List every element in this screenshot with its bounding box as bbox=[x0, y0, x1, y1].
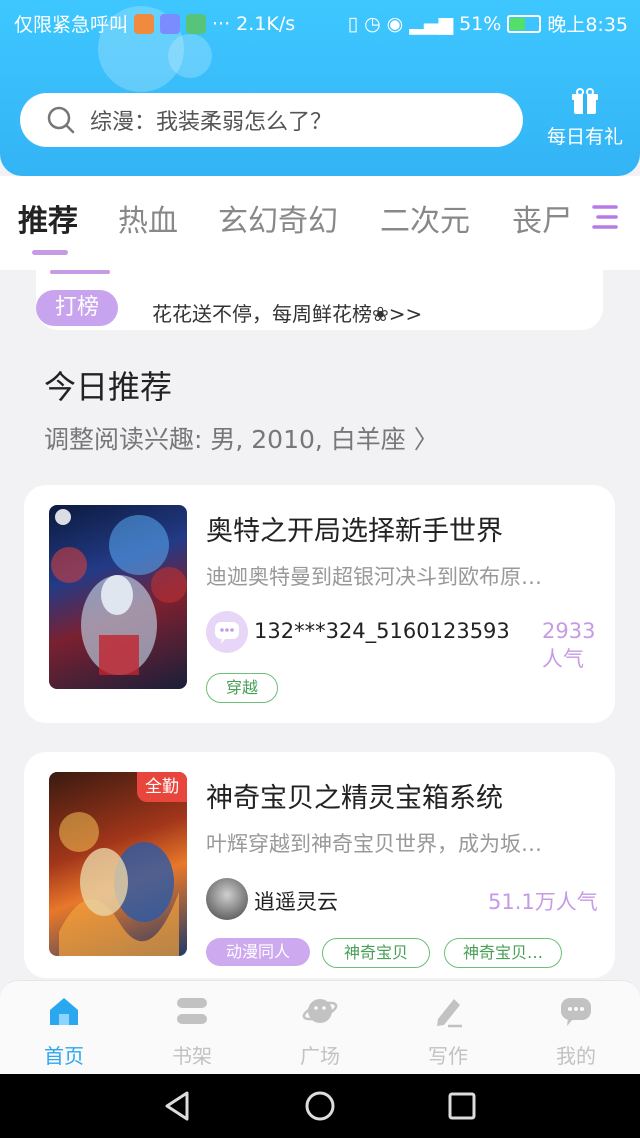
back-icon[interactable] bbox=[163, 1090, 193, 1122]
chat-face-icon bbox=[561, 998, 591, 1026]
book-card[interactable]: 全勤 神奇宝贝之精灵宝箱系统 叶辉穿越到神奇宝贝世界，成为坂… 逍遥灵云 51.… bbox=[24, 752, 615, 978]
book-tag[interactable]: 动漫同人 bbox=[206, 938, 310, 966]
signal-icon: ▂▄▆ bbox=[409, 12, 454, 35]
book-tag[interactable]: 穿越 bbox=[206, 673, 278, 703]
eye-icon: ◉ bbox=[386, 12, 404, 35]
bookshelf-icon bbox=[177, 998, 207, 1024]
reading-interest-link[interactable]: 调整阅读兴趣: 男, 2010, 白羊座 〉 bbox=[44, 420, 439, 456]
battery-icon bbox=[507, 14, 542, 33]
author-avatar bbox=[206, 878, 248, 920]
book-description: 迪迦奥特曼到超银河决斗到欧布原… bbox=[206, 565, 542, 589]
popularity-count: 2933人气 bbox=[542, 619, 596, 671]
nav-write[interactable]: 写作 bbox=[408, 993, 488, 1069]
divider bbox=[50, 270, 110, 274]
tab-zombie[interactable]: 丧尸 bbox=[512, 196, 582, 240]
author-row: 132***324_5160123593 2933人气 bbox=[206, 611, 615, 671]
nav-mine-label: 我的 bbox=[556, 1044, 596, 1068]
network-speed: 2.1K/s bbox=[236, 12, 296, 35]
store-app-icon bbox=[186, 13, 207, 34]
nav-home[interactable]: 首页 bbox=[24, 993, 104, 1069]
book-cover bbox=[49, 505, 187, 689]
tab-recommend[interactable]: 推荐 bbox=[18, 196, 78, 240]
search-placeholder: 综漫：我装柔弱怎么了？ bbox=[90, 110, 333, 135]
book-card[interactable]: 奥特之开局选择新手世界 迪迦奥特曼到超银河决斗到欧布原… 132***324_5… bbox=[24, 485, 615, 723]
clock: 晚上8:35 bbox=[547, 14, 628, 36]
recent-apps-icon[interactable] bbox=[447, 1091, 477, 1121]
menu-icon[interactable] bbox=[588, 200, 622, 234]
section-title: 今日推荐 bbox=[44, 368, 173, 406]
nav-bookshelf-label: 书架 bbox=[172, 1044, 212, 1068]
system-navigation-bar bbox=[0, 1074, 640, 1138]
nav-mine[interactable]: 我的 bbox=[536, 993, 616, 1069]
book-cover: 全勤 bbox=[49, 772, 187, 956]
rank-badge: 打榜 bbox=[36, 290, 118, 326]
tab-indicator bbox=[32, 250, 68, 255]
home-icon bbox=[50, 998, 78, 1025]
nav-write-label: 写作 bbox=[428, 1044, 468, 1068]
nav-home-label: 首页 bbox=[44, 1044, 84, 1068]
notice-text: 花花送不停，每周鲜花榜❀>> bbox=[152, 302, 423, 326]
carrier-text: 仅限紧急呼叫 bbox=[14, 14, 129, 36]
zoom-icon bbox=[55, 509, 71, 525]
popularity-count: 51.1万人气 bbox=[488, 890, 598, 914]
daily-gift-button[interactable]: 每日有礼 bbox=[540, 88, 630, 149]
planet-icon bbox=[302, 999, 338, 1023]
author-avatar bbox=[206, 611, 248, 653]
status-bar: 仅限紧急呼叫 ··· 2.1K/s ▯ ◷ ◉ ▂▄▆ 51% 晚上8:35 bbox=[0, 0, 640, 44]
chat-face-icon bbox=[215, 622, 239, 644]
nav-bookshelf[interactable]: 书架 bbox=[152, 993, 232, 1069]
pen-icon bbox=[437, 999, 462, 1028]
home-button-icon[interactable] bbox=[304, 1090, 336, 1122]
tab-hot-blood[interactable]: 热血 bbox=[118, 196, 178, 240]
book-title: 神奇宝贝之精灵宝箱系统 bbox=[206, 783, 503, 814]
gift-icon bbox=[572, 88, 598, 114]
vibrate-icon: ▯ bbox=[347, 12, 359, 35]
alarm-icon: ◷ bbox=[364, 12, 381, 35]
nav-square[interactable]: 广场 bbox=[280, 993, 360, 1069]
search-icon bbox=[47, 106, 75, 134]
battery-percent: 51% bbox=[459, 12, 502, 35]
cover-art bbox=[51, 515, 187, 675]
book-tag[interactable]: 神奇宝贝… bbox=[444, 938, 562, 968]
cover-badge: 全勤 bbox=[137, 772, 187, 802]
author-row: 逍遥灵云 51.1万人气 bbox=[206, 878, 615, 920]
music-app-icon bbox=[160, 13, 181, 34]
book-tag[interactable]: 神奇宝贝 bbox=[322, 938, 430, 968]
ranking-notice[interactable]: 打榜 花花送不停，每周鲜花榜❀>> bbox=[36, 270, 603, 330]
header: 仅限紧急呼叫 ··· 2.1K/s ▯ ◷ ◉ ▂▄▆ 51% 晚上8:35 综… bbox=[0, 0, 640, 176]
tab-anime[interactable]: 二次元 bbox=[380, 196, 470, 240]
nav-square-label: 广场 bbox=[300, 1044, 340, 1068]
daily-gift-label: 每日有礼 bbox=[546, 126, 623, 148]
book-title: 奥特之开局选择新手世界 bbox=[206, 516, 503, 547]
book-description: 叶辉穿越到神奇宝贝世界，成为坂… bbox=[206, 832, 542, 856]
video-app-icon bbox=[134, 13, 155, 34]
author-name: 逍遥灵云 bbox=[254, 890, 338, 914]
more-dots-icon: ··· bbox=[212, 12, 231, 35]
search-bar[interactable]: 综漫：我装柔弱怎么了？ bbox=[20, 93, 523, 147]
bottom-nav: 首页 书架 广场 写作 我的 bbox=[0, 980, 640, 1075]
category-tabs: 推荐 热血 玄幻奇幻 二次元 丧尸 bbox=[0, 176, 640, 270]
tab-fantasy[interactable]: 玄幻奇幻 bbox=[218, 196, 338, 240]
author-name: 132***324_5160123593 bbox=[254, 619, 510, 643]
